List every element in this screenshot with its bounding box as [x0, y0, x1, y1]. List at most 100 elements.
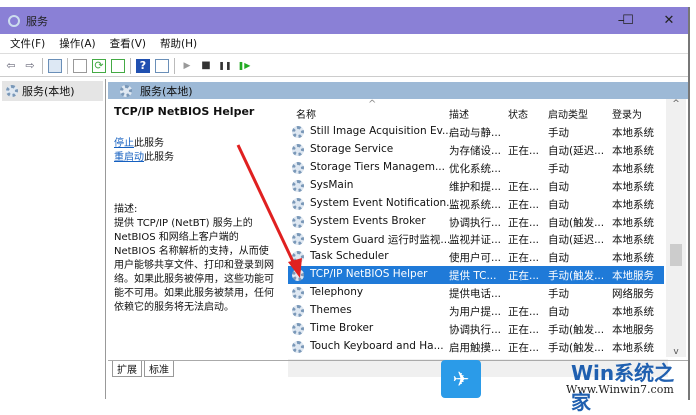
service-row[interactable]: Storage Tiers Managem... 优化系统... 手动 本地系统 [288, 159, 664, 177]
service-row[interactable]: System Guard 运行时监视... 监视并证... 正在... 自动(延… [288, 230, 664, 248]
column-startup-type[interactable]: 启动类型 [548, 106, 588, 121]
link-suffix: 此服务 [144, 152, 174, 163]
service-name: Touch Keyboard and Ha... [310, 339, 444, 352]
service-row[interactable]: System Events Broker 协调执行... 正在... 自动(触发… [288, 213, 664, 231]
scrollbar-thumb[interactable] [670, 244, 682, 266]
forward-icon[interactable]: ⇨ [23, 59, 37, 73]
service-description: 维护和提... [449, 180, 502, 193]
menu-file[interactable]: 文件(F) [10, 36, 45, 51]
window-title: 服务 [26, 14, 48, 28]
service-row[interactable]: Touch Keyboard and Ha... 启用触摸... 正在... 手… [288, 338, 664, 356]
service-description: 提供电话... [449, 288, 502, 301]
service-startup-type: 手动 [548, 162, 569, 175]
help-icon[interactable]: ? [136, 58, 150, 73]
column-logon-as[interactable]: 登录为 [612, 106, 642, 121]
service-logon: 本地系统 [612, 216, 654, 229]
service-gear-icon [292, 269, 304, 282]
pause-service-icon[interactable]: ❚❚ [218, 59, 232, 73]
service-startup-type: 自动(触发... [548, 216, 605, 229]
action-pane-icon[interactable] [155, 58, 169, 73]
service-name: Storage Service [310, 142, 394, 155]
close-button[interactable]: ✕ [646, 7, 692, 34]
tree-item-label: 服务(本地) [22, 85, 75, 98]
bird-icon: ✈ [441, 360, 481, 398]
service-name: Still Image Acquisition Ev... [310, 125, 452, 137]
menu-bar: 文件(F) 操作(A) 查看(V) 帮助(H) [0, 34, 688, 54]
watermark-logo: ✈ Win系统之家 Www.Winwin7.com [441, 355, 686, 414]
restart-service-link[interactable]: 重启动 [114, 152, 144, 163]
services-window: 服务 – ☐ ✕ 文件(F) 操作(A) 查看(V) 帮助(H) ⇦ ⇨ ⟳ ?… [0, 7, 690, 400]
service-gear-icon [292, 305, 304, 317]
service-name: Themes [310, 304, 352, 316]
toolbar-separator [67, 57, 68, 74]
maximize-button[interactable]: ☐ [605, 7, 651, 34]
service-description: 监视并证... [449, 234, 502, 247]
start-service-icon[interactable]: ▶ [180, 59, 194, 73]
restart-service-icon[interactable]: ❚▶ [237, 59, 251, 73]
service-status: 正在... [508, 341, 540, 354]
services-icon [120, 84, 132, 97]
service-description: 提供 TC... [449, 270, 497, 283]
service-status: 正在... [508, 323, 540, 336]
service-status: 正在... [508, 144, 540, 157]
watermark-url: Www.Winwin7.com [566, 383, 674, 396]
service-description: 协调执行... [449, 323, 502, 336]
menu-action[interactable]: 操作(A) [59, 36, 95, 51]
services-icon [6, 85, 18, 97]
service-logon: 本地系统 [612, 144, 654, 157]
service-description: 使用户可... [449, 252, 502, 265]
list-header: 名称 ^ 描述 状态 启动类型 登录为 [288, 99, 664, 123]
column-name[interactable]: 名称 [296, 106, 316, 121]
link-suffix: 此服务 [134, 138, 164, 149]
properties-icon[interactable] [73, 58, 87, 73]
service-gear-icon [292, 287, 304, 300]
service-row[interactable]: Telephony 提供电话... 手动 网络服务 [288, 284, 664, 302]
service-gear-icon [292, 322, 304, 335]
service-name: Storage Tiers Managem... [310, 160, 445, 173]
service-status: 正在... [508, 252, 540, 265]
service-startup-type: 手动 [548, 127, 569, 139]
service-startup-type: 自动 [548, 198, 569, 211]
service-startup-type: 自动 [548, 306, 569, 318]
service-row[interactable]: TCP/IP NetBIOS Helper 提供 TC... 正在... 手动(… [288, 266, 664, 285]
service-row[interactable]: System Event Notification... 监视系统... 正在.… [288, 195, 664, 213]
toolbar-separator [174, 57, 175, 74]
service-status: 正在... [508, 198, 540, 211]
service-logon: 本地服务 [612, 270, 654, 283]
tab-standard[interactable]: 标准 [144, 361, 174, 377]
export-list-icon[interactable] [111, 58, 125, 73]
service-row[interactable]: Storage Service 为存储设... 正在... 自动(延迟... 本… [288, 141, 664, 159]
service-logon: 本地系统 [612, 180, 654, 193]
vertical-scrollbar[interactable]: ^ v [666, 99, 686, 357]
stop-service-link[interactable]: 停止 [114, 138, 134, 149]
pane-title: 服务(本地) [140, 84, 193, 98]
show-hide-tree-icon[interactable] [48, 58, 62, 73]
service-name: Time Broker [310, 321, 374, 334]
service-description: 启用触摸... [449, 341, 502, 354]
service-description: 优化系统... [449, 162, 502, 175]
service-name: TCP/IP NetBIOS Helper [310, 268, 428, 281]
service-detail: TCP/IP NetBIOS Helper 停止此服务 重启动此服务 描述: 提… [108, 99, 284, 377]
service-row[interactable]: Still Image Acquisition Ev... 启动与静... 手动… [288, 123, 664, 141]
service-row[interactable]: Time Broker 协调执行... 正在... 手动(触发... 本地服务 [288, 320, 664, 338]
service-row[interactable]: SysMain 维护和提... 正在... 自动 本地系统 [288, 177, 664, 195]
stop-service-icon[interactable]: ■ [199, 59, 213, 73]
description-label: 描述: [114, 204, 138, 215]
service-description: 监视系统... [449, 198, 502, 211]
tree-item-services-local[interactable]: 服务(本地) [2, 81, 103, 101]
tab-extended[interactable]: 扩展 [112, 361, 142, 377]
column-description[interactable]: 描述 [449, 106, 469, 121]
menu-view[interactable]: 查看(V) [110, 36, 146, 51]
sort-ascending-icon: ^ [368, 99, 377, 110]
service-row[interactable]: Themes 为用户提... 正在... 自动 本地系统 [288, 302, 664, 320]
column-status[interactable]: 状态 [508, 106, 528, 121]
service-name: System Event Notification... [310, 196, 457, 209]
refresh-icon[interactable]: ⟳ [92, 58, 106, 73]
service-gear-icon [292, 251, 304, 264]
service-name-heading: TCP/IP NetBIOS Helper [114, 105, 255, 118]
back-icon[interactable]: ⇦ [4, 59, 18, 73]
console-tree: 服务(本地) [0, 79, 106, 399]
menu-help[interactable]: 帮助(H) [160, 36, 197, 51]
service-row[interactable]: Task Scheduler 使用户可... 正在... 自动 本地系统 [288, 248, 664, 266]
pane-header: 服务(本地) [108, 82, 688, 99]
